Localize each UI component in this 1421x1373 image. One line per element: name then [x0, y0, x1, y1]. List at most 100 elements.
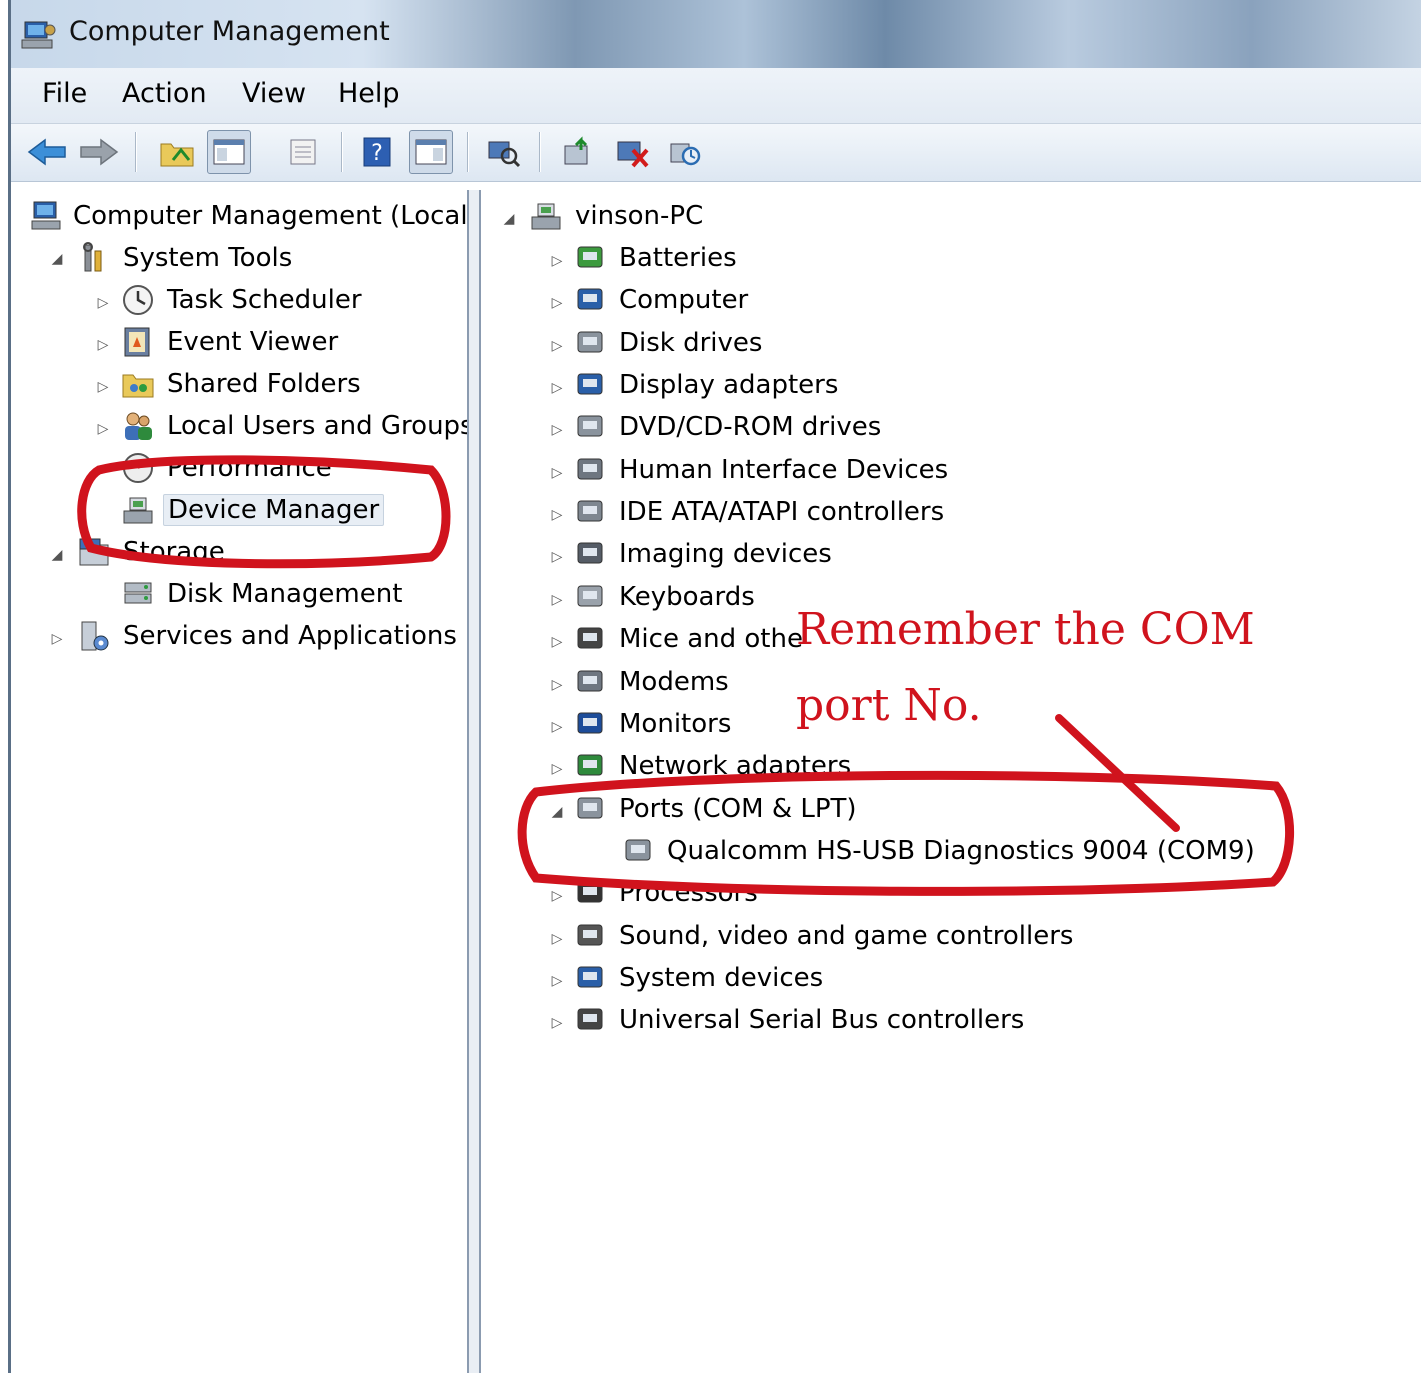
device-category[interactable]: Ports (COM & LPT) [573, 789, 861, 829]
collapsed-arrow-icon[interactable]: ▷ [95, 378, 111, 396]
collapsed-arrow-icon[interactable]: ▷ [549, 337, 565, 355]
device-label: Display adapters [619, 370, 839, 401]
collapsed-arrow-icon[interactable]: ▷ [549, 591, 565, 609]
tree-item-storage[interactable]: Storage [77, 532, 229, 572]
device-category[interactable]: Sound, video and game controllers [573, 916, 1077, 956]
collapsed-arrow-icon[interactable]: ▷ [549, 294, 565, 312]
scan-hardware-icon[interactable] [481, 130, 525, 174]
imaging-device-icon [577, 542, 603, 564]
device-category[interactable]: Imaging devices [573, 534, 836, 574]
device-category[interactable]: Display adapters [573, 365, 842, 405]
tree-item-shared-folders[interactable]: Shared Folders [121, 364, 365, 404]
device-label: Qualcomm HS-USB Diagnostics 9004 (COM9) [667, 835, 1255, 866]
device-category[interactable]: Human Interface Devices [573, 450, 952, 490]
tree-item-computer-management[interactable]: Computer Management (Local [31, 196, 467, 236]
pane-splitter[interactable] [467, 190, 481, 1373]
tree-label: Disk Management [167, 579, 403, 609]
collapsed-arrow-icon[interactable]: ▷ [95, 336, 111, 354]
device-category[interactable]: Universal Serial Bus controllers [573, 1000, 1028, 1040]
console-tree-pane: Computer Management (Local ◢ System Tool… [15, 190, 467, 1373]
modem-icon [577, 670, 603, 691]
tree-item-local-users-and-groups[interactable]: Local Users and Groups [121, 406, 467, 446]
back-arrow-icon[interactable] [25, 130, 69, 174]
device-category[interactable]: Disk drives [573, 323, 766, 363]
menu-view[interactable]: View [240, 78, 308, 109]
device-item[interactable]: Qualcomm HS-USB Diagnostics 9004 (COM9) [621, 831, 1259, 871]
device-category[interactable]: Batteries [573, 238, 741, 278]
collapsed-arrow-icon[interactable]: ▷ [549, 760, 565, 778]
storage-icon [79, 538, 109, 566]
tree-item-performance[interactable]: Performance [121, 448, 336, 488]
forward-arrow-icon[interactable] [77, 130, 121, 174]
tree-item-services-and-applications[interactable]: Services and Applications [77, 616, 461, 656]
device-category[interactable]: Mice and othe [573, 619, 807, 659]
tools-icon [83, 242, 102, 272]
tree-item-task-scheduler[interactable]: Task Scheduler [121, 280, 366, 320]
device-label: IDE ATA/ATAPI controllers [619, 497, 945, 528]
battery-icon [577, 246, 603, 268]
device-category[interactable]: IDE ATA/ATAPI controllers [573, 492, 948, 532]
menu-help[interactable]: Help [336, 78, 402, 109]
device-category[interactable]: Network adapters [573, 746, 855, 786]
collapsed-arrow-icon[interactable]: ▷ [549, 252, 565, 270]
event-viewer-icon [124, 327, 150, 357]
computer-name: vinson-PC [575, 201, 704, 231]
device-root-computer[interactable]: vinson-PC [529, 196, 707, 236]
collapsed-arrow-icon[interactable]: ▷ [549, 930, 565, 948]
menu-action[interactable]: Action [120, 78, 209, 109]
uninstall-icon[interactable] [611, 130, 655, 174]
collapsed-arrow-icon[interactable]: ▷ [95, 294, 111, 312]
collapsed-arrow-icon[interactable]: ▷ [549, 464, 565, 482]
properties-icon[interactable] [281, 130, 325, 174]
system-device-icon [577, 966, 603, 988]
menu-bar: File Action View Help [11, 68, 1421, 124]
up-folder-icon[interactable] [155, 130, 199, 174]
device-label: Mice and othe [619, 624, 803, 655]
network-adapter-icon [577, 754, 603, 776]
device-category[interactable]: Keyboards [573, 577, 759, 617]
ide-controller-icon [577, 500, 603, 522]
collapsed-arrow-icon[interactable]: ▷ [49, 630, 65, 648]
device-label: Disk drives [619, 327, 763, 358]
disk-management-icon [124, 582, 152, 604]
show-hide-action-pane-icon[interactable] [409, 130, 453, 174]
title-bar[interactable]: Computer Management [11, 0, 1421, 68]
computer-icon [531, 203, 561, 230]
tree-label: Event Viewer [167, 327, 339, 357]
update-driver-icon[interactable] [557, 130, 601, 174]
collapsed-arrow-icon[interactable]: ▷ [549, 972, 565, 990]
tree-item-system-tools[interactable]: System Tools [77, 238, 296, 278]
device-label: Ports (COM & LPT) [619, 793, 857, 824]
expanded-arrow-icon[interactable]: ◢ [501, 210, 517, 228]
menu-file[interactable]: File [40, 78, 89, 109]
performance-icon [123, 453, 153, 483]
device-category[interactable]: Processors [573, 873, 762, 913]
device-category[interactable]: System devices [573, 958, 827, 998]
collapsed-arrow-icon[interactable]: ▷ [95, 420, 111, 438]
device-category[interactable]: Modems [573, 662, 733, 702]
device-category[interactable]: Monitors [573, 704, 735, 744]
collapsed-arrow-icon[interactable]: ▷ [549, 718, 565, 736]
device-category[interactable]: DVD/CD-ROM drives [573, 407, 885, 447]
device-category[interactable]: Computer [573, 280, 752, 320]
collapsed-arrow-icon[interactable]: ▷ [549, 633, 565, 651]
help-icon[interactable]: ? [355, 130, 399, 174]
device-label: Universal Serial Bus controllers [619, 1005, 1025, 1036]
rollback-driver-icon[interactable] [663, 130, 707, 174]
expanded-arrow-icon[interactable]: ◢ [549, 803, 565, 821]
collapsed-arrow-icon[interactable]: ▷ [549, 1014, 565, 1032]
collapsed-arrow-icon[interactable]: ▷ [549, 379, 565, 397]
toolbar: ? [11, 124, 1421, 182]
collapsed-arrow-icon[interactable]: ▷ [549, 421, 565, 439]
show-hide-console-tree-icon[interactable] [207, 130, 251, 174]
expanded-arrow-icon[interactable]: ◢ [49, 546, 65, 564]
window-title: Computer Management [69, 16, 390, 47]
tree-item-event-viewer[interactable]: Event Viewer [121, 322, 342, 362]
collapsed-arrow-icon[interactable]: ▷ [549, 548, 565, 566]
expanded-arrow-icon[interactable]: ◢ [49, 250, 65, 268]
tree-item-disk-management[interactable]: Disk Management [121, 574, 406, 614]
collapsed-arrow-icon[interactable]: ▷ [549, 887, 565, 905]
collapsed-arrow-icon[interactable]: ▷ [549, 506, 565, 524]
collapsed-arrow-icon[interactable]: ▷ [549, 676, 565, 694]
tree-item-device-manager[interactable]: Device Manager [121, 490, 385, 530]
